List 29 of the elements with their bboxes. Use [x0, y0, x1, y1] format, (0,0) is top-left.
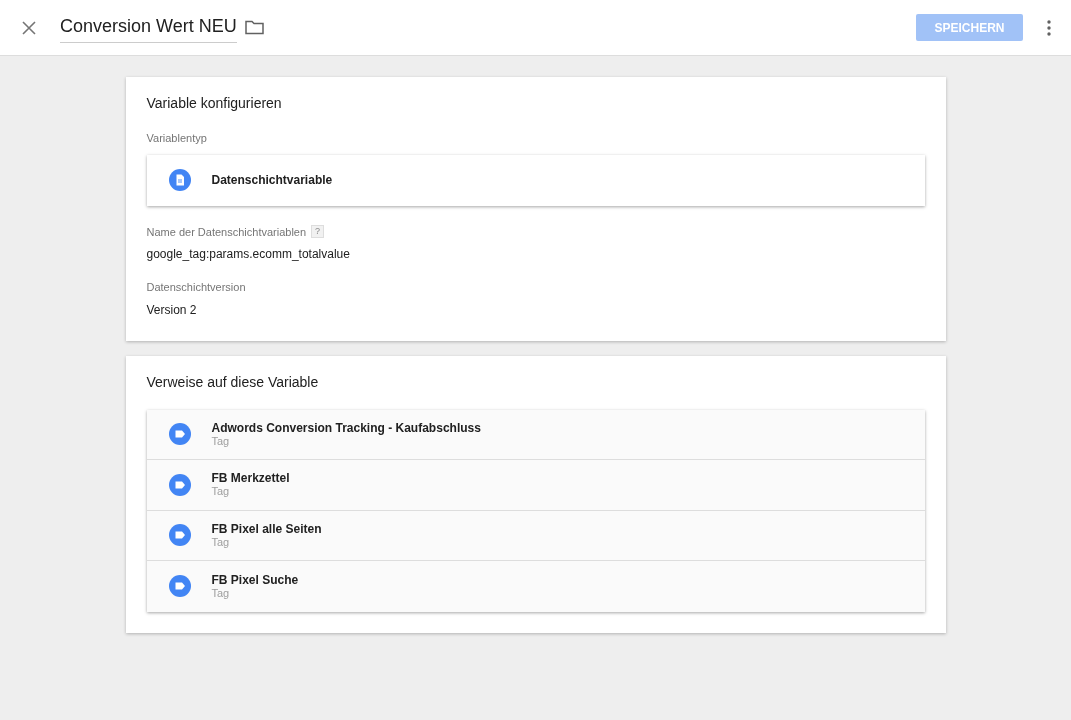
reference-type: Tag	[211, 434, 231, 448]
reference-row[interactable]: Adwords Conversion Tracking - Kaufabschluss Tag	[146, 409, 925, 460]
field-value: google_tag:params.ecomm_totalvalue	[146, 246, 351, 263]
reference-row[interactable]: FB Pixel alle Seiten Tag	[146, 510, 925, 561]
variable-type-tile[interactable]: Datenschichtvariable	[146, 154, 925, 206]
reference-row[interactable]: FB Merkzettel Tag	[146, 460, 925, 511]
reference-name: FB Merkzettel	[211, 471, 290, 486]
field-label: Name der Datenschichtvariablen	[146, 224, 307, 240]
reference-name: FB Pixel alle Seiten	[211, 521, 322, 536]
tag-icon	[168, 423, 191, 446]
tag-icon	[168, 524, 191, 547]
reference-row[interactable]: FB Pixel Suche Tag	[146, 561, 925, 612]
field-value: Version 2	[146, 301, 198, 319]
tag-icon	[168, 473, 191, 496]
field-label: Datenschichtversion	[146, 280, 246, 295]
variable-name-field[interactable]: Conversion Wert NEU	[60, 12, 237, 43]
reference-name: FB Pixel Suche	[211, 572, 299, 587]
tag-icon	[168, 575, 191, 598]
close-icon[interactable]	[22, 20, 36, 35]
card-title: Verweise auf diese Variable	[146, 372, 320, 392]
reference-type: Tag	[211, 535, 231, 549]
field-label: Variablentyp	[146, 131, 208, 146]
reference-name: Adwords Conversion Tracking - Kaufabschluss	[211, 420, 481, 435]
reference-type: Tag	[211, 485, 231, 499]
folder-icon[interactable]	[244, 20, 264, 35]
document-icon	[168, 169, 191, 191]
reference-type: Tag	[211, 586, 231, 600]
card-title: Variable konfigurieren	[146, 94, 283, 113]
more-options-icon[interactable]	[1047, 19, 1051, 36]
